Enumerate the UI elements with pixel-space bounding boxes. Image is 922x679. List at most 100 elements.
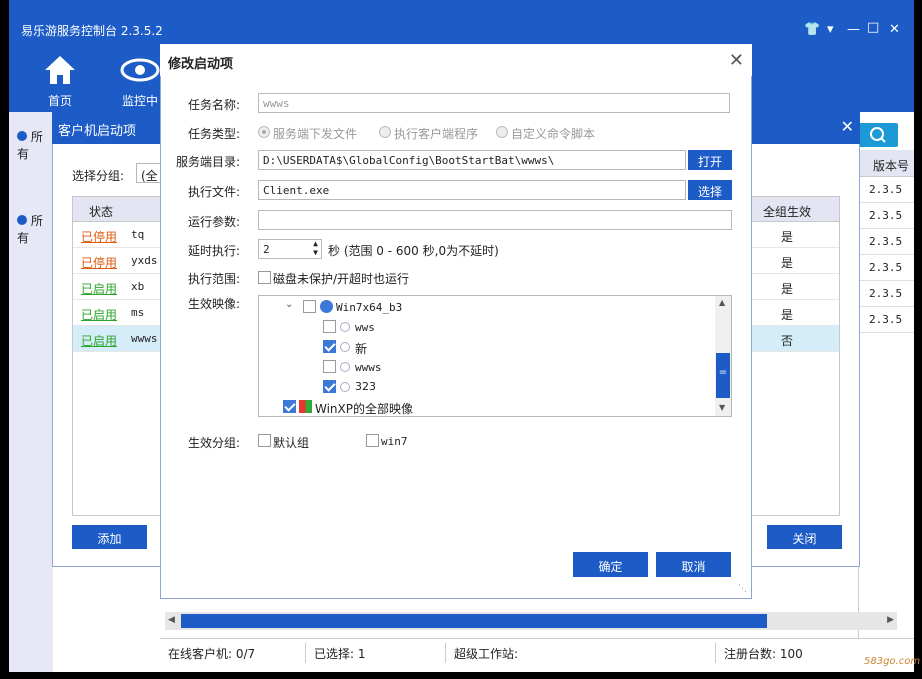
- tree-label: wwws: [355, 361, 382, 374]
- all-group-column-header: 全组生效: [763, 205, 812, 219]
- registered-count: 注册台数: 100: [724, 647, 803, 661]
- tree-checkbox[interactable]: [283, 400, 296, 413]
- task-name-input[interactable]: wwws: [258, 93, 730, 113]
- table-row[interactable]: 2.3.5: [859, 203, 914, 229]
- radio-send-file[interactable]: [258, 126, 270, 138]
- app-title: 易乐游服务控制台 2.3.5.2: [21, 24, 163, 38]
- close-icon[interactable]: ✕: [889, 22, 900, 37]
- close-button[interactable]: 关闭: [767, 525, 842, 549]
- selected-count: 已选择: 1: [306, 643, 446, 663]
- table-row[interactable]: 2.3.5: [859, 255, 914, 281]
- dropdown-icon[interactable]: ▾: [827, 22, 834, 37]
- dialog-title: 客户机启动项: [58, 124, 137, 139]
- edit-dialog-title: 修改启动项: [168, 57, 234, 72]
- windows-logo-icon: [299, 400, 312, 413]
- cancel-button[interactable]: 取消: [656, 552, 731, 577]
- all-group-value: 否: [781, 334, 794, 348]
- exec-file-label: 执行文件:: [188, 185, 241, 199]
- minimize-icon[interactable]: —: [847, 22, 860, 37]
- scope-option-label: 磁盘未保护/开超时也运行: [273, 272, 410, 286]
- search-button[interactable]: [858, 123, 898, 147]
- exec-file-input[interactable]: Client.exe: [258, 180, 686, 200]
- task-name-label: 任务名称:: [188, 98, 241, 112]
- select-button[interactable]: 选择: [688, 180, 732, 200]
- main-title-bar: 易乐游服务控制台 2.3.5.2 👕 ▾ — □ ✕: [9, 0, 914, 44]
- eye-icon: [120, 58, 160, 82]
- groups-label: 生效分组:: [188, 436, 241, 450]
- close-icon[interactable]: ✕: [729, 50, 744, 71]
- horizontal-scrollbar[interactable]: ◀ ▶: [165, 612, 897, 630]
- tree-label: wws: [355, 321, 375, 334]
- table-row[interactable]: 2.3.5: [859, 307, 914, 333]
- chevron-down-icon: [17, 215, 27, 225]
- scrollbar-thumb[interactable]: [181, 614, 767, 628]
- tree-label: 323: [355, 380, 376, 393]
- super-workstation: 超级工作站:: [446, 643, 716, 663]
- nav-home-label: 首页: [47, 94, 72, 108]
- scroll-right-icon[interactable]: ▶: [887, 615, 894, 625]
- status-link[interactable]: 已启用: [81, 306, 117, 323]
- left-panel: 所有 所有: [9, 112, 53, 672]
- images-label: 生效映像:: [188, 297, 241, 311]
- edit-startup-title-bar: 修改启动项 ✕: [160, 44, 752, 76]
- radio-exec-client[interactable]: [379, 126, 391, 138]
- radio-custom-script[interactable]: [496, 126, 508, 138]
- status-link[interactable]: 已启用: [81, 332, 117, 349]
- tree-label: WinXP的全部映像: [315, 402, 413, 416]
- nav-home[interactable]: 首页: [29, 48, 91, 108]
- run-params-label: 运行参数:: [188, 215, 241, 229]
- all-group-value: 是: [781, 230, 794, 244]
- chevron-down-icon[interactable]: ⌄: [285, 299, 293, 310]
- delay-stepper[interactable]: 2 ▲ ▼: [258, 239, 322, 259]
- chevron-down-icon: [17, 131, 27, 141]
- group-checkbox[interactable]: [258, 434, 271, 447]
- close-icon[interactable]: ✕: [841, 117, 854, 136]
- tree-checkbox[interactable]: [323, 340, 336, 353]
- disk-icon: [340, 342, 350, 352]
- resize-grip-icon[interactable]: ⋱: [738, 584, 747, 594]
- table-row[interactable]: 2.3.5: [859, 177, 914, 203]
- tree-label: 新: [355, 342, 368, 356]
- left-item-1[interactable]: 所有: [17, 128, 53, 162]
- run-params-input[interactable]: [258, 210, 732, 230]
- tree-checkbox[interactable]: [323, 360, 336, 373]
- scroll-down-icon[interactable]: ▼: [719, 403, 725, 412]
- watermark: 583go.com: [864, 656, 921, 667]
- left-item-2[interactable]: 所有: [17, 212, 53, 246]
- disk-icon: [340, 382, 350, 392]
- open-button[interactable]: 打开: [688, 150, 732, 170]
- skin-icon[interactable]: 👕: [804, 22, 820, 37]
- status-link[interactable]: 已启用: [81, 280, 117, 297]
- tree-checkbox[interactable]: [303, 300, 316, 313]
- item-name: wwws: [131, 332, 158, 345]
- tree-label: Win7x64_b3: [336, 301, 403, 314]
- vertical-scrollbar[interactable]: ▲ = ▼: [715, 296, 731, 416]
- right-grid: 版本号 2.3.5 2.3.5 2.3.5 2.3.5 2.3.5 2.3.5: [858, 150, 914, 640]
- scroll-left-icon[interactable]: ◀: [168, 615, 175, 625]
- group-checkbox[interactable]: [366, 434, 379, 447]
- stepper-arrows-icon[interactable]: ▲ ▼: [313, 239, 318, 257]
- search-icon: [870, 127, 886, 143]
- status-link[interactable]: 已停用: [81, 228, 117, 245]
- disk-icon: [340, 322, 350, 332]
- table-row[interactable]: 2.3.5: [859, 281, 914, 307]
- delay-hint: 秒 (范围 0 - 600 秒,0为不延时): [328, 244, 499, 258]
- item-name: yxds: [131, 254, 158, 267]
- all-group-value: 是: [781, 308, 794, 322]
- server-dir-input[interactable]: D:\USERDATA$\GlobalConfig\BootStartBat\w…: [258, 150, 686, 170]
- maximize-icon[interactable]: □: [867, 20, 879, 35]
- item-name: xb: [131, 280, 145, 293]
- tree-checkbox[interactable]: [323, 380, 336, 393]
- home-icon: [45, 56, 75, 84]
- table-row[interactable]: 2.3.5: [859, 229, 914, 255]
- status-link[interactable]: 已停用: [81, 254, 117, 271]
- scope-checkbox[interactable]: [258, 271, 271, 284]
- scrollbar-thumb[interactable]: =: [716, 353, 730, 398]
- images-tree[interactable]: ⌄ Win7x64_b3 wws 新 wwws 323 WinXP的全部映像 ▲…: [258, 295, 732, 417]
- task-type-option: 自定义命令脚本: [511, 127, 596, 141]
- add-button[interactable]: 添加: [72, 525, 147, 549]
- item-name: tq: [131, 228, 145, 241]
- scroll-up-icon[interactable]: ▲: [719, 298, 725, 307]
- ok-button[interactable]: 确定: [573, 552, 648, 577]
- tree-checkbox[interactable]: [323, 320, 336, 333]
